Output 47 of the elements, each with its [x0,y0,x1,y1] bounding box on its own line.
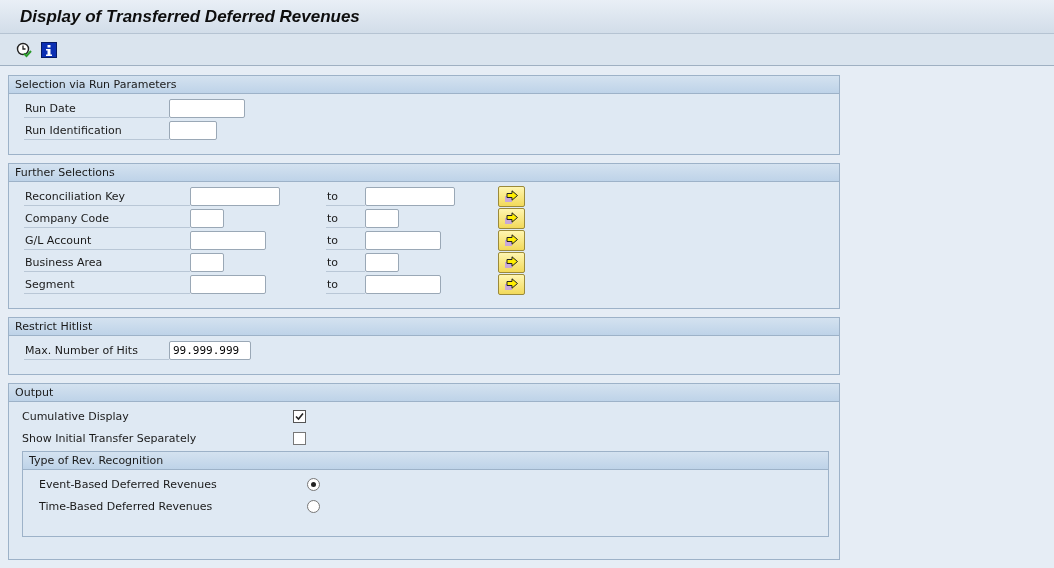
arrow-icon [504,234,519,246]
radio-label: Event-Based Deferred Revenues [39,477,218,491]
window-title: Display of Transferred Deferred Revenues [20,6,360,27]
multiple-selection-button[interactable] [498,251,525,273]
input-field[interactable] [365,252,399,272]
multiple-selection-button[interactable] [498,273,525,295]
field-label: Max. Number of Hits [24,340,169,360]
field-label: Run Identification [24,120,169,140]
input-field[interactable] [190,230,266,250]
field-label: Reconciliation Key [24,186,190,206]
input-field[interactable] [190,186,280,206]
checkbox-label: Show Initial Transfer Separately [22,431,198,445]
input-field[interactable] [169,120,217,140]
input-field[interactable] [190,274,266,294]
multiple-selection-button[interactable] [498,185,525,207]
arrow-icon [504,278,519,290]
panel-title: Selection via Run Parameters [15,78,177,91]
multiple-selection-button[interactable] [498,229,525,251]
panel-title: Type of Rev. Recognition [29,454,164,467]
arrow-icon [504,190,519,202]
input-field[interactable] [169,98,245,118]
info-icon[interactable] [41,41,57,58]
field-label: Run Date [24,98,169,118]
checkbox-label: Cumulative Display [22,409,130,423]
clock-check-icon[interactable] [16,41,32,58]
radio-button[interactable] [307,499,320,513]
arrow-icon [504,256,519,268]
arrow-icon [504,212,519,224]
field-label: Segment [24,274,190,294]
checkbox[interactable] [293,409,306,423]
radio-label: Time-Based Deferred Revenues [39,499,214,513]
field-label: Business Area [24,252,190,272]
panel-title: Further Selections [15,166,115,179]
input-field[interactable] [365,230,441,250]
input-field[interactable]: 99.999.999 [169,340,251,360]
input-field[interactable] [365,186,455,206]
checkbox[interactable] [293,431,306,445]
input-field[interactable] [365,274,441,294]
input-field[interactable] [190,208,224,228]
field-label: Company Code [24,208,190,228]
input-field[interactable] [190,252,224,272]
radio-button[interactable] [307,477,320,491]
panel-title: Restrict Hitlist [15,320,93,333]
input-field[interactable] [365,208,399,228]
multiple-selection-button[interactable] [498,207,525,229]
panel-title: Output [15,386,54,399]
field-label: G/L Account [24,230,190,250]
